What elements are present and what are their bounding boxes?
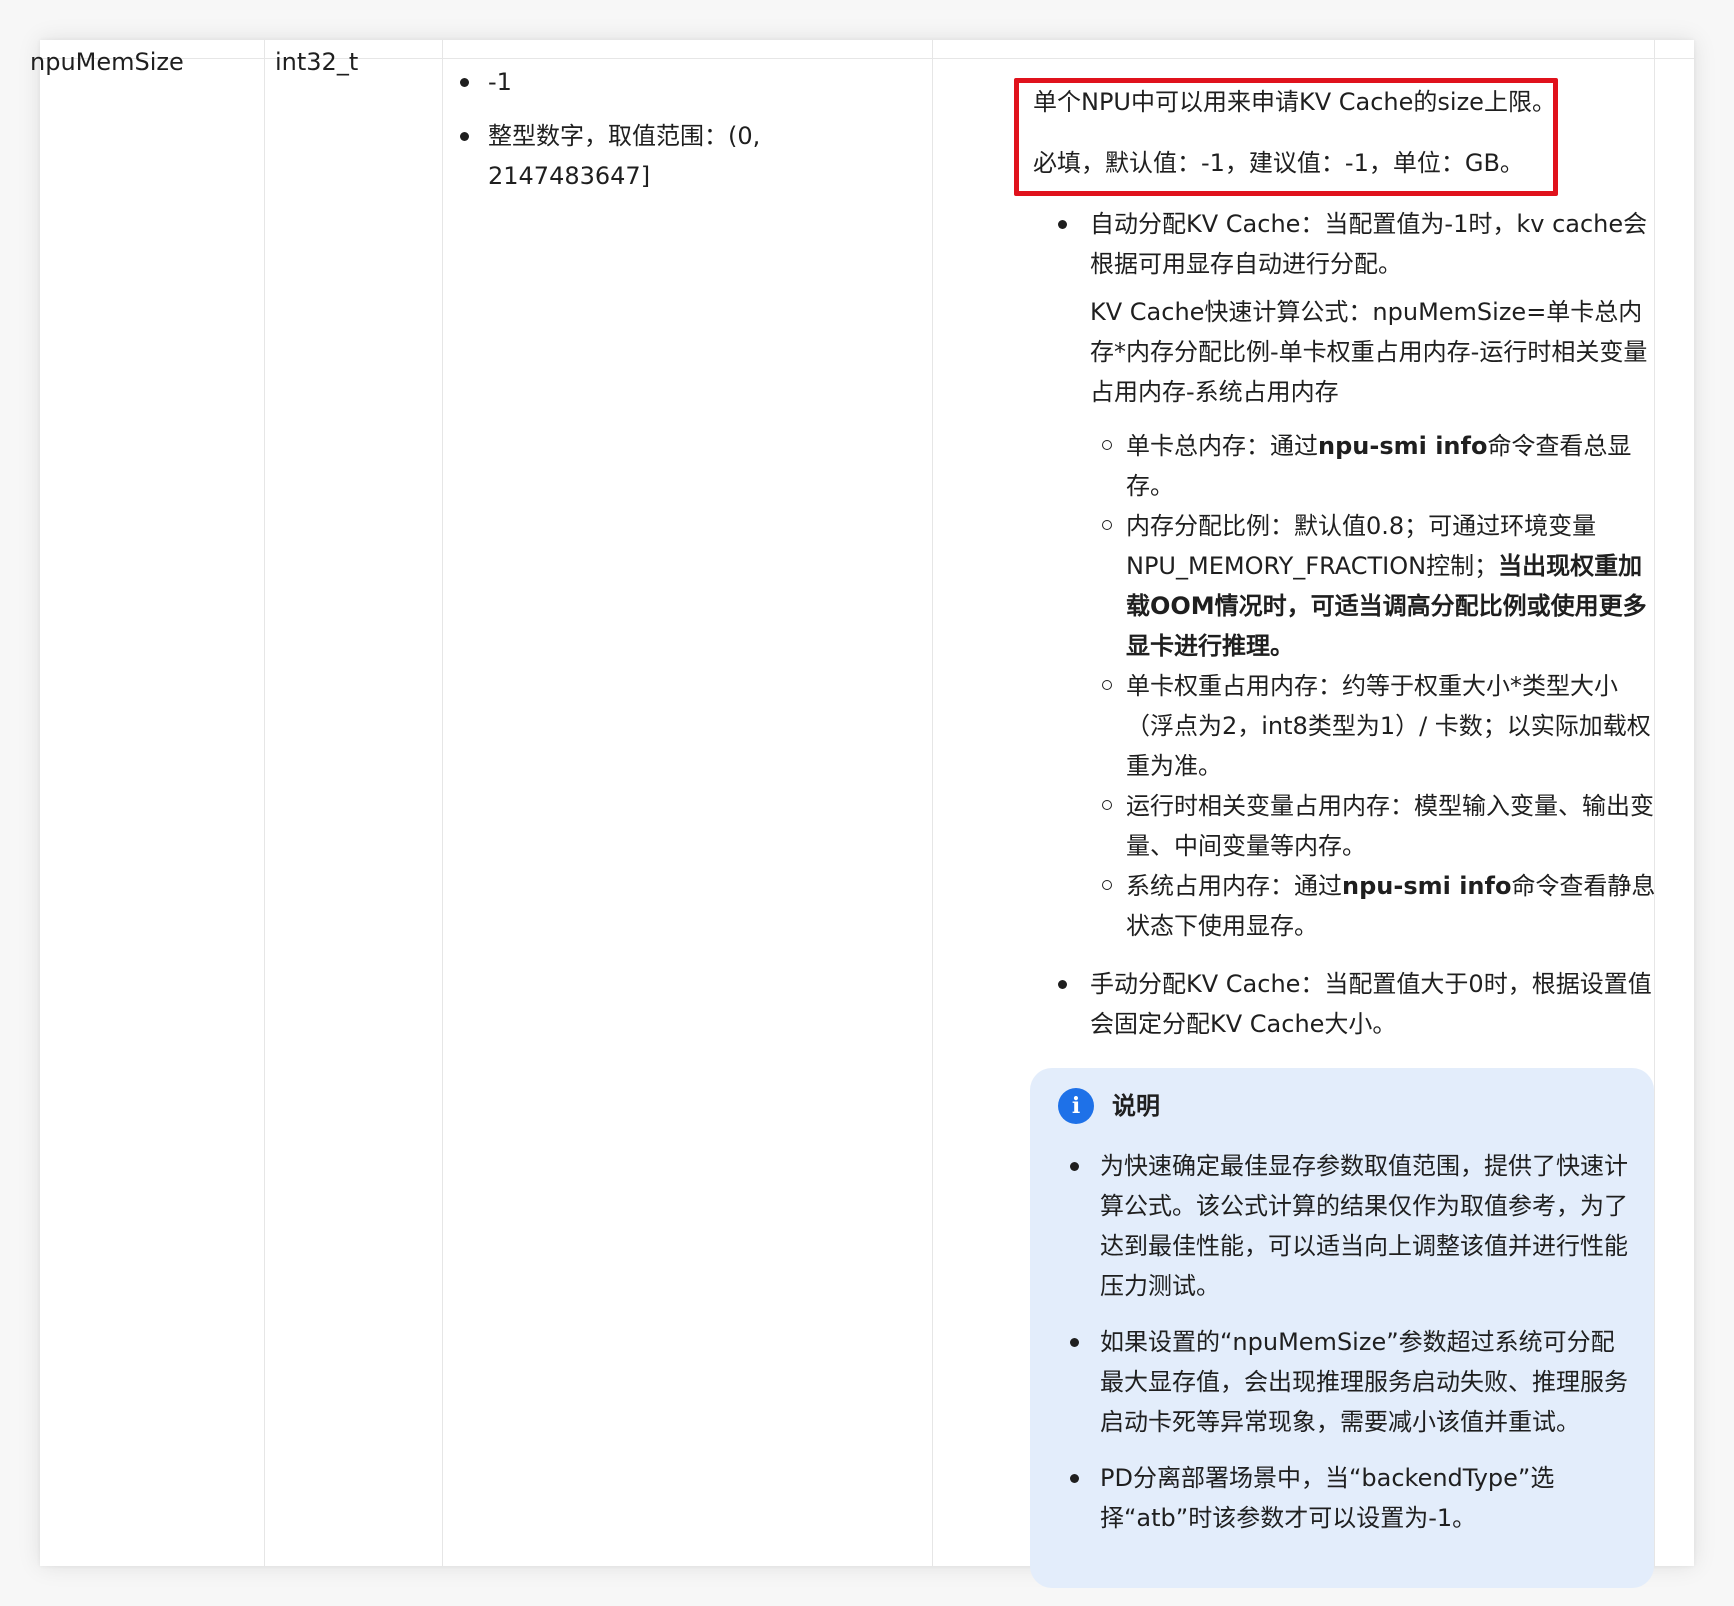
kv-cache-formula: KV Cache快速计算公式：npuMemSize=单卡总内存*内存分配比例-单… (1090, 298, 1648, 406)
note-item: 如果设置的“npuMemSize”参数超过系统可分配最大显存值，会出现推理服务启… (1060, 1322, 1630, 1442)
param-range-cell: -1 整型数字，取值范围：(0, 2147483647] (440, 62, 860, 210)
formula-term: 系统占用内存：通过npu-smi info命令查看静息状态下使用显存。 (1090, 866, 1658, 946)
formula-term: 单卡总内存：通过npu-smi info命令查看总显存。 (1090, 426, 1658, 506)
column-divider (932, 40, 933, 1566)
column-divider (442, 40, 443, 1566)
range-item: 整型数字，取值范围：(0, 2147483647] (440, 116, 860, 196)
formula-term: 内存分配比例：默认值0.8；可通过环境变量NPU_MEMORY_FRACTION… (1090, 506, 1658, 666)
param-type-cell: int32_t (275, 48, 359, 76)
manual-allocation-item: 手动分配KV Cache：当配置值大于0时，根据设置值会固定分配KV Cache… (1038, 964, 1658, 1044)
note-box: i 说明 为快速确定最佳显存参数取值范围，提供了快速计算公式。该公式计算的结果仅… (1030, 1068, 1654, 1588)
formula-term: 运行时相关变量占用内存：模型输入变量、输出变量、中间变量等内存。 (1090, 786, 1658, 866)
note-header: i 说明 (1058, 1086, 1160, 1126)
info-icon: i (1058, 1088, 1094, 1124)
auto-allocation-text: 自动分配KV Cache：当配置值为-1时，kv cache会根据可用显存自动进… (1090, 210, 1648, 278)
range-item: -1 (440, 62, 860, 102)
auto-allocation-item: 自动分配KV Cache：当配置值为-1时，kv cache会根据可用显存自动进… (1038, 204, 1658, 946)
param-name-cell: npuMemSize (30, 48, 184, 76)
column-divider (264, 40, 265, 1566)
note-item: PD分离部署场景中，当“backendType”选择“atb”时该参数才可以设置… (1060, 1458, 1630, 1538)
formula-terms-list: 单卡总内存：通过npu-smi info命令查看总显存。 内存分配比例：默认值0… (1090, 426, 1658, 946)
required-line: 必填，默认值：-1，建议值：-1，单位：GB。 (1033, 149, 1524, 177)
note-item: 为快速确定最佳显存参数取值范围，提供了快速计算公式。该公式计算的结果仅作为取值参… (1060, 1146, 1630, 1306)
description-details: 自动分配KV Cache：当配置值为-1时，kv cache会根据可用显存自动进… (1038, 204, 1658, 1058)
note-list: 为快速确定最佳显存参数取值范围，提供了快速计算公式。该公式计算的结果仅作为取值参… (1060, 1146, 1630, 1554)
note-title: 说明 (1112, 1092, 1160, 1120)
summary-line: 单个NPU中可以用来申请KV Cache的size上限。 (1033, 88, 1556, 116)
formula-term: 单卡权重占用内存：约等于权重大小*类型大小（浮点为2，int8类型为1）/ 卡数… (1090, 666, 1658, 786)
description-summary: 单个NPU中可以用来申请KV Cache的size上限。 必填，默认值：-1，建… (1033, 82, 1556, 204)
